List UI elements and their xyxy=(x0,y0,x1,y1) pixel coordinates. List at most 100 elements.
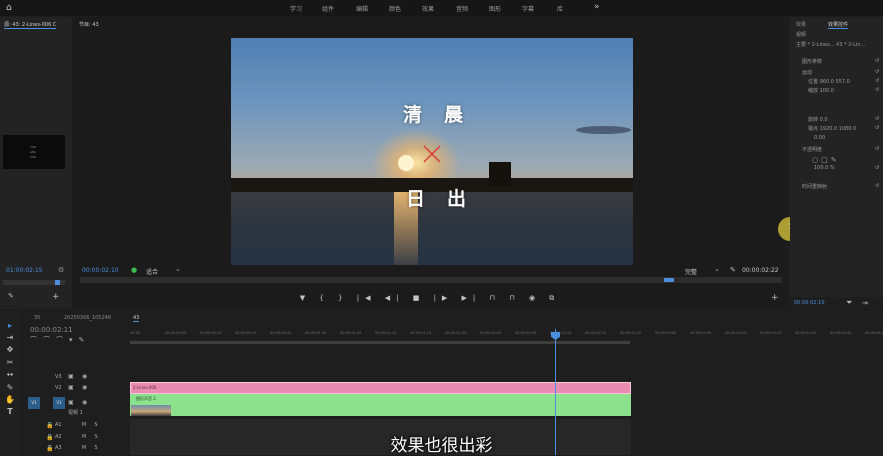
sequence-tab-active[interactable]: 43 xyxy=(133,315,140,322)
fx-row: 视频 xyxy=(796,32,807,38)
track-select-tool-icon[interactable]: ⇥ xyxy=(5,333,15,342)
program-scrub-bar[interactable] xyxy=(80,277,782,283)
program-timecode[interactable]: 00:00:02:10 xyxy=(82,267,119,274)
toggle-output-icon[interactable]: ▣ xyxy=(68,384,74,391)
sequence-tab[interactable]: 35 xyxy=(34,315,40,321)
toggle-output-icon[interactable]: ▣ xyxy=(68,399,74,406)
add-button-icon[interactable]: + xyxy=(52,292,60,302)
source-scrub-handle[interactable] xyxy=(55,280,60,285)
reset-icon[interactable]: ↺ xyxy=(875,125,879,131)
track-id: A1 xyxy=(55,422,62,428)
extract-icon[interactable]: ⊓ xyxy=(509,294,520,302)
ruler-tick: 00:00:00:05 xyxy=(165,331,187,335)
add-marker-icon[interactable]: ▼ xyxy=(300,294,311,302)
source-scrub-bar[interactable] xyxy=(3,280,65,285)
fit-dropdown-icon[interactable]: ⌄ xyxy=(175,265,181,273)
ruler-tick: 00:00:03:05 xyxy=(690,331,712,335)
slip-tool-icon[interactable]: ↔ xyxy=(5,370,15,379)
fit-select[interactable]: 适合 xyxy=(146,267,158,276)
workspace-effects[interactable]: 效果 xyxy=(422,4,434,13)
workspace-graphics[interactable]: 图形 xyxy=(489,4,501,13)
reset-icon[interactable]: ↺ xyxy=(875,58,879,64)
target-track-v1[interactable]: V1 xyxy=(53,397,65,409)
workspace-audio[interactable]: 音频 xyxy=(456,4,468,13)
comparison-view-icon[interactable]: ⧉ xyxy=(549,294,560,302)
eye-icon[interactable]: ◉ xyxy=(82,373,87,380)
track-id: V2 xyxy=(55,385,62,391)
reset-icon[interactable]: ↺ xyxy=(875,146,879,152)
workspace-color[interactable]: 颜色 xyxy=(389,4,401,13)
fx-row[interactable]: 锚点 1920.0 1080.0 xyxy=(808,125,856,132)
settings-icon[interactable]: ⚙ xyxy=(58,266,64,274)
toggle-output-icon[interactable]: ▣ xyxy=(68,373,74,380)
mute-solo-icons[interactable]: MS xyxy=(82,422,106,428)
home-icon[interactable]: ⌂ xyxy=(6,3,16,13)
go-to-in-icon[interactable]: |◀ xyxy=(357,294,377,302)
pen-tool-icon[interactable]: ✎ xyxy=(5,383,15,392)
mask-shape-icons[interactable]: ○□✎ xyxy=(812,156,840,164)
title-bottom: 日出 xyxy=(406,188,489,210)
reset-icon[interactable]: ↺ xyxy=(875,116,879,122)
selection-tool-icon[interactable]: ▸ xyxy=(5,321,15,330)
ruler-tick: 00:00:02:00 xyxy=(480,331,502,335)
effects-tab[interactable]: 效果 xyxy=(796,21,806,28)
fx-row[interactable]: 缩放 100.0 xyxy=(808,87,834,94)
stop-icon[interactable]: ■ xyxy=(413,294,426,302)
source-tab[interactable]: 源: 43: 2-Lines-006 C xyxy=(4,21,57,29)
fx-row[interactable]: 旋转 0.0 xyxy=(808,116,828,123)
hand-tool-icon[interactable]: ✋ xyxy=(5,395,15,404)
timeline-toggle-icons[interactable]: ⌒⌒⌒▾✎ xyxy=(30,335,90,345)
fx-row[interactable]: 100.0 % xyxy=(814,165,835,171)
thumb-line: TAB xyxy=(30,155,36,159)
track-id: V3 xyxy=(55,374,62,380)
ruler-tick: 00:00:01:10 xyxy=(375,331,397,335)
source-patch-v1[interactable]: V1 xyxy=(28,397,40,409)
ruler-tick: 00:00:02:15 xyxy=(585,331,607,335)
program-scrub-handle[interactable] xyxy=(664,278,674,282)
quality-select[interactable]: 完整 xyxy=(685,267,697,276)
reset-icon[interactable]: ↺ xyxy=(875,78,879,84)
more-workspaces-icon[interactable]: » xyxy=(594,2,600,12)
workspace-captions[interactable]: 字幕 xyxy=(522,4,534,13)
quality-dropdown-icon[interactable]: ⌄ xyxy=(714,265,720,273)
workspace-learn[interactable]: 学习 xyxy=(290,4,302,13)
workspace-assembly[interactable]: 组件 xyxy=(322,4,334,13)
lift-icon[interactable]: ⊓ xyxy=(490,294,501,302)
program-tab[interactable]: 节目: 43 xyxy=(79,21,99,28)
ruler-tick: 00:00:01:20 xyxy=(445,331,467,335)
ripple-edit-tool-icon[interactable]: ✥ xyxy=(5,345,15,354)
razor-tool-icon[interactable]: ✂ xyxy=(5,358,15,367)
ruler-tick: 00:00:03:10 xyxy=(725,331,747,335)
mark-out-icon[interactable]: } xyxy=(338,294,348,302)
fx-row[interactable]: 0.00 xyxy=(814,135,825,141)
eye-icon[interactable]: ◉ xyxy=(82,399,87,406)
reset-icon[interactable]: ↺ xyxy=(875,87,879,93)
effect-controls-tab[interactable]: 效果控件 xyxy=(828,21,849,29)
wrench-icon[interactable]: ✎ xyxy=(730,266,736,274)
workspace-editing[interactable]: 编辑 xyxy=(356,4,368,13)
add-button-icon[interactable]: + xyxy=(771,293,779,303)
type-tool-icon[interactable]: T xyxy=(5,407,15,416)
source-timecode[interactable]: 01:00:02:15 xyxy=(6,267,43,274)
filter-icon[interactable]: ⏷ xyxy=(846,298,852,308)
program-monitor: 节目: 43 清晨 日出 00:00:02:10 ● 适合 ⌄ 完整 ⌄ ✎ 0… xyxy=(74,17,802,309)
fx-timecode[interactable]: 00:00:02:10 xyxy=(794,300,825,306)
ruler-tick: 00:00:01:05 xyxy=(340,331,362,335)
mark-in-icon[interactable]: { xyxy=(319,294,329,302)
export-frame-icon[interactable]: ◉ xyxy=(529,294,541,302)
wrench-icon[interactable]: ✎ xyxy=(8,292,14,300)
eye-icon[interactable]: ◉ xyxy=(82,384,87,391)
workspace-libraries[interactable]: 库 xyxy=(557,4,563,13)
sequence-tab[interactable]: 20250306_105246 xyxy=(64,315,111,321)
step-back-icon[interactable]: ◀| xyxy=(385,294,405,302)
step-forward-icon[interactable]: |▶ xyxy=(434,294,454,302)
reset-icon[interactable]: ↺ xyxy=(875,165,879,171)
go-to-out-icon[interactable]: ▶| xyxy=(462,294,482,302)
reset-icon[interactable]: ↺ xyxy=(875,183,879,189)
lock-icon[interactable]: 🔒 xyxy=(46,422,53,429)
fx-row[interactable]: 位置 960.0 557.0 xyxy=(808,78,850,85)
timeline-timecode[interactable]: 00:00:02:11 xyxy=(30,326,73,334)
reset-icon[interactable]: ↺ xyxy=(875,69,879,75)
export-icon[interactable]: ⇥ xyxy=(862,299,868,307)
track-header-a1: 🔒 A1 MS xyxy=(20,419,130,431)
